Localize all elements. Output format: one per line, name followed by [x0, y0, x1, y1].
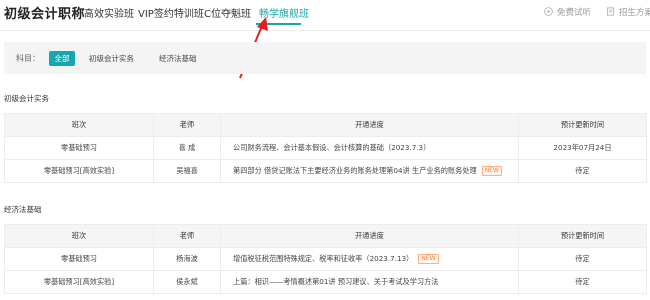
free-trial-label: 免费试听 [557, 8, 592, 18]
accounting-schedule-table: 班次 老师 开通进度 预计更新时间 零基础预习 喜 成 公司财务流程、会计基本假… [4, 113, 647, 183]
cell-teacher: 侯永斌 [153, 270, 221, 294]
table-header-row: 班次 老师 开通进度 预计更新时间 [4, 113, 647, 137]
table-header-row: 班次 老师 开通进度 预计更新时间 [4, 224, 647, 248]
cell-teacher: 喜 成 [153, 136, 221, 160]
column-header-progress: 开通进度 [220, 224, 519, 248]
column-header-class: 班次 [4, 113, 154, 137]
play-circle-icon [544, 7, 553, 16]
filter-chip-all[interactable]: 全部 [49, 51, 75, 66]
new-badge: NEW [418, 254, 439, 264]
nav-tab-c-position[interactable]: C位夺魁班 [204, 5, 251, 20]
enroll-plan-label: 招生方案 [619, 8, 650, 18]
cell-progress[interactable]: 上篇：相识——考情概述第01讲 预习建议、关于考试及学习方法 [220, 270, 519, 294]
cell-update-time: 待定 [518, 247, 647, 271]
cell-teacher: 吴福喜 [153, 159, 221, 183]
progress-text: 第四部分 借贷记账法下主要经济业务的账务处理第04讲 生产业务的账务处理 [233, 166, 477, 175]
cell-progress[interactable]: 增值税征税范围特殊规定、税率和征收率（2023.7.13） NEW [220, 247, 519, 271]
table-row: 零基础预习 喜 成 公司财务流程、会计基本假设、会计核算的基础（2023.7.3… [4, 136, 647, 160]
cell-class: 零基础预习 [4, 247, 154, 271]
column-header-teacher: 老师 [153, 224, 221, 248]
progress-text: 公司财务流程、会计基本假设、会计核算的基础（2023.7.3） [233, 143, 431, 152]
enroll-plan-link[interactable]: 招生方案 [606, 6, 650, 18]
cell-update-time: 待定 [518, 270, 647, 294]
subject-filter-label: 科目： [16, 54, 40, 63]
filter-chip-economic-law[interactable]: 经济法基础 [159, 53, 197, 64]
cell-class: 零基础预习[高效实验] [4, 270, 154, 294]
column-header-teacher: 老师 [153, 113, 221, 137]
column-header-class: 班次 [4, 224, 154, 248]
section-title-economic-law: 经济法基础 [4, 205, 42, 214]
economic-law-schedule-table: 班次 老师 开通进度 预计更新时间 零基础预习 杨海波 增值税征税范围特殊规定、… [4, 224, 647, 294]
column-header-update-time: 预计更新时间 [518, 224, 647, 248]
header-divider [0, 30, 650, 31]
nav-tab-vip-contract[interactable]: VIP签约特训班 [138, 5, 204, 20]
filter-chip-accounting-practice[interactable]: 初级会计实务 [89, 53, 134, 64]
column-header-progress: 开通进度 [220, 113, 519, 137]
table-row: 零基础预习 杨海波 增值税征税范围特殊规定、税率和征收率（2023.7.13） N… [4, 247, 647, 271]
cell-progress[interactable]: 公司财务流程、会计基本假设、会计核算的基础（2023.7.3） [220, 136, 519, 160]
active-tab-underline [256, 23, 301, 25]
cell-progress[interactable]: 第四部分 借贷记账法下主要经济业务的账务处理第04讲 生产业务的账务处理 NEW [220, 159, 519, 183]
cell-teacher: 杨海波 [153, 247, 221, 271]
section-title-accounting: 初级会计实务 [4, 94, 49, 103]
cell-update-time: 2023年07月24日 [518, 136, 647, 160]
column-header-update-time: 预计更新时间 [518, 113, 647, 137]
top-header: 初级会计职称 高效实验班 VIP签约特训班 C位夺魁班 畅学旗舰班 免费试听 招… [0, 0, 650, 30]
table-row: 零基础预习[高效实验] 侯永斌 上篇：相识——考情概述第01讲 预习建议、关于考… [4, 270, 647, 294]
cell-class: 零基础预习[高效实验] [4, 159, 154, 183]
cell-class: 零基础预习 [4, 136, 154, 160]
free-trial-link[interactable]: 免费试听 [544, 6, 591, 18]
nav-tab-flagship[interactable]: 畅学旗舰班 [259, 5, 309, 20]
subject-filter-bar: 科目： 全部 初级会计实务 经济法基础 [4, 42, 646, 74]
progress-text: 上篇：相识——考情概述第01讲 预习建议、关于考试及学习方法 [233, 277, 439, 286]
progress-text: 增值税征税范围特殊规定、税率和征收率（2023.7.13） [233, 254, 414, 263]
new-badge: NEW [481, 166, 502, 176]
document-icon [606, 7, 615, 16]
cell-update-time: 待定 [518, 159, 647, 183]
nav-tab-efficient-lab[interactable]: 高效实验班 [84, 5, 134, 20]
table-row: 零基础预习[高效实验] 吴福喜 第四部分 借贷记账法下主要经济业务的账务处理第0… [4, 159, 647, 183]
brand-title: 初级会计职称 [4, 7, 86, 22]
